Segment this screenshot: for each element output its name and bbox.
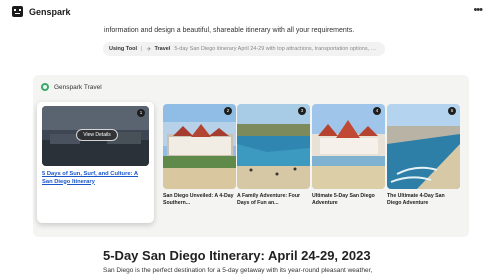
itinerary-card-2[interactable]: 2 San Diego Unveiled: A 4-Day Southern..… [163, 104, 236, 224]
top-bar: Genspark ••• [0, 0, 490, 24]
card-number-badge: 2 [224, 107, 232, 115]
tool-using-label: Using Tool [109, 46, 138, 52]
card-title[interactable]: A Family Adventure: Four Days of Fun an.… [237, 193, 310, 207]
card-image[interactable]: 5 [387, 104, 460, 189]
itinerary-card-5[interactable]: 5 The Ultimate 4-Day San Diego Adventure [387, 104, 460, 224]
genspark-logo-icon [12, 6, 23, 17]
card-title[interactable]: 5 Days of Sun, Surf, and Culture: A San … [42, 171, 150, 186]
card-image[interactable]: 4 [312, 104, 385, 189]
panel-header: Genspark Travel [41, 83, 102, 91]
genspark-travel-icon [41, 83, 49, 91]
card-number-badge: 3 [298, 107, 306, 115]
intro-text: information and design a beautiful, shar… [104, 27, 355, 34]
card-number-badge: 5 [448, 107, 456, 115]
tool-name: Travel [154, 46, 171, 52]
travel-tool-icon: ✈ [146, 46, 152, 53]
tool-separator: | [141, 46, 143, 52]
card-image[interactable]: 2 [163, 104, 236, 189]
itinerary-paragraph: San Diego is the perfect destination for… [103, 267, 373, 274]
view-details-button[interactable]: View Details [76, 129, 118, 141]
card-image[interactable]: 1 View Details [42, 106, 149, 166]
card-image[interactable]: 3 [237, 104, 310, 189]
card-title[interactable]: Ultimate 5-Day San Diego Adventure [312, 193, 385, 207]
card-title[interactable]: The Ultimate 4-Day San Diego Adventure [387, 193, 460, 207]
itinerary-card-4[interactable]: 4 Ultimate 5-Day San Diego Adventure [312, 104, 385, 224]
itinerary-card-3[interactable]: 3 A Family Adventure: Four Days of Fun a… [237, 104, 310, 224]
card-title[interactable]: San Diego Unveiled: A 4-Day Southern... [163, 193, 236, 207]
app-logo[interactable]: Genspark [12, 6, 71, 17]
more-options-icon[interactable]: ••• [473, 4, 483, 16]
itinerary-heading: 5-Day San Diego Itinerary: April 24-29, … [103, 248, 371, 263]
card-number-badge: 4 [373, 107, 381, 115]
app-name: Genspark [29, 6, 71, 17]
card-number-badge: 1 [137, 109, 145, 117]
travel-results-panel: Genspark Travel 1 View Details 5 Days of… [33, 75, 469, 237]
tool-query: 5-day San Diego itinerary April 24-29 wi… [174, 46, 379, 52]
panel-title: Genspark Travel [54, 83, 102, 91]
tool-usage-pill[interactable]: Using Tool | ✈ Travel 5-day San Diego it… [103, 42, 385, 56]
itinerary-card-1[interactable]: 1 View Details 5 Days of Sun, Surf, and … [37, 102, 154, 223]
